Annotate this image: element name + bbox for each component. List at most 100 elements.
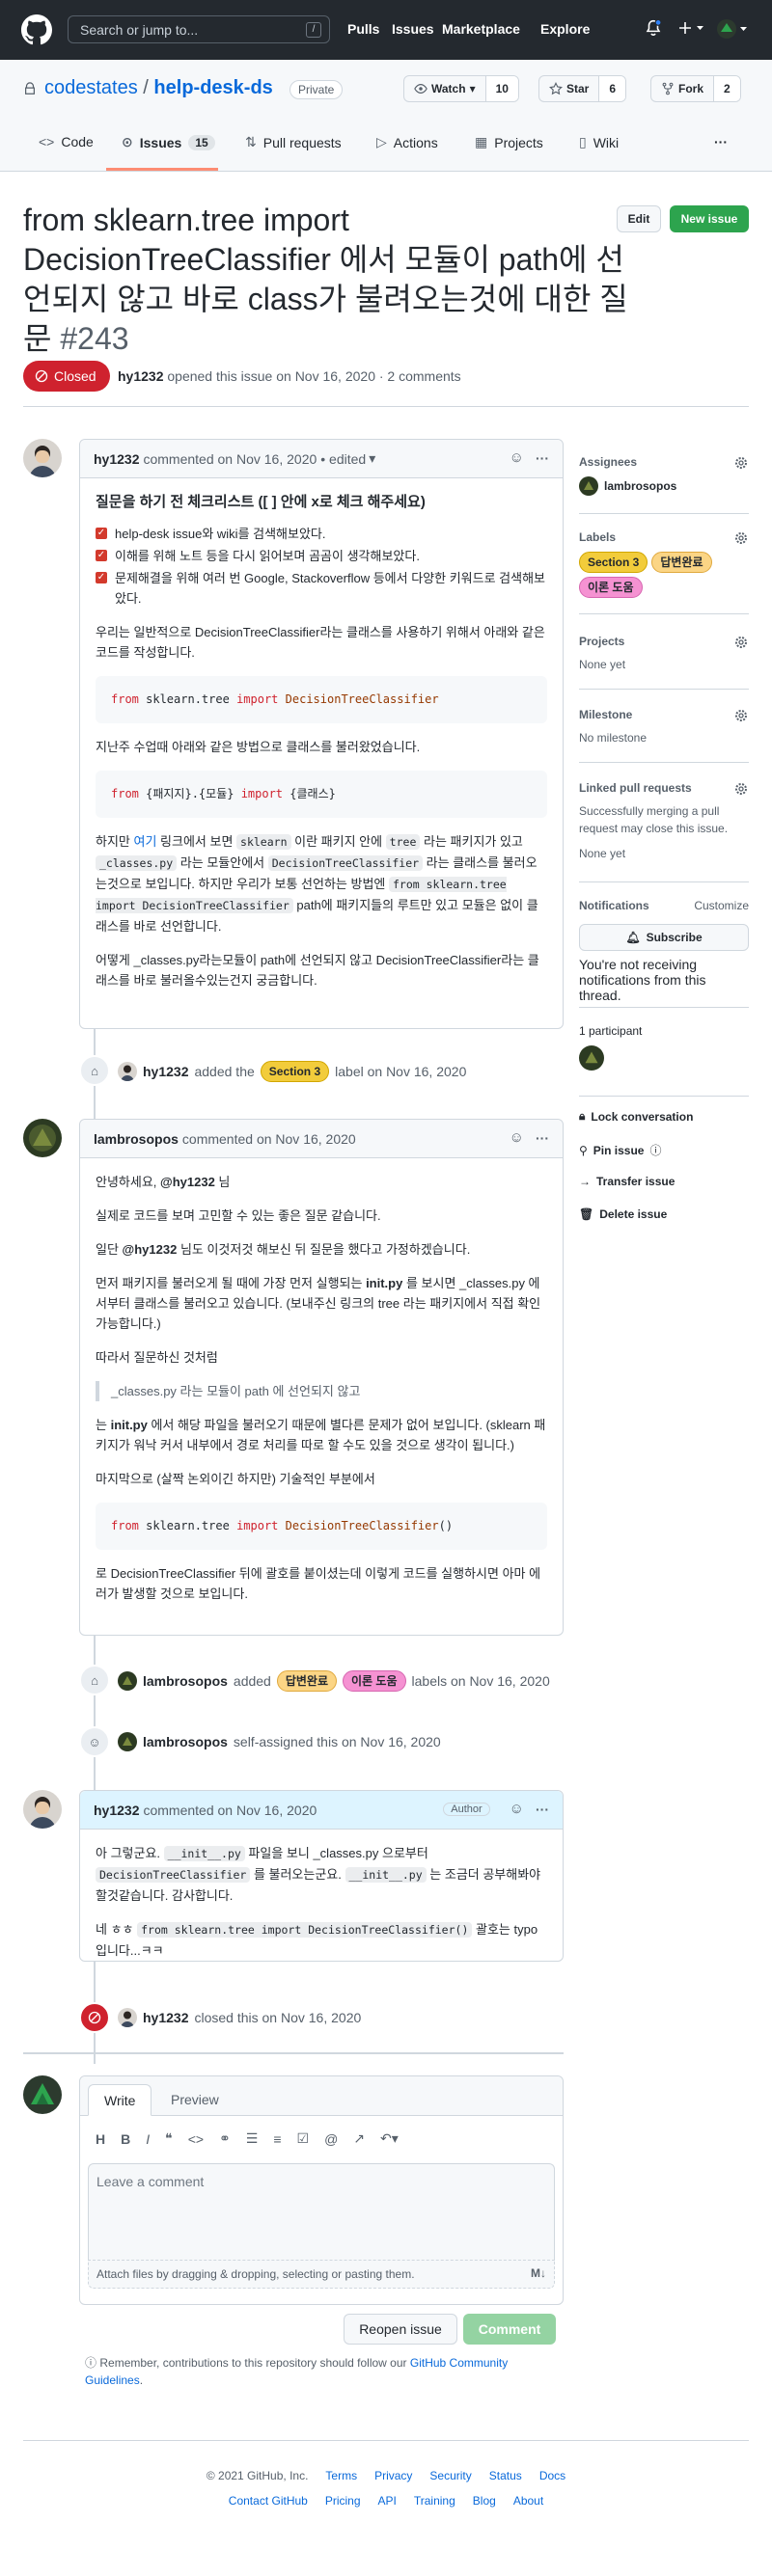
label-theory-help[interactable]: 이론 도움 [343,1670,406,1692]
tab-issues[interactable]: ⊙ Issues 15 [122,134,215,150]
label-answered[interactable]: 답변완료 [276,1670,338,1692]
event-actor-link[interactable]: lambrosopos [143,1734,228,1749]
footer-link[interactable]: Contact GitHub [229,2494,308,2508]
more-tabs-icon[interactable]: ··· [714,134,728,149]
avatar[interactable] [118,2008,137,2027]
comment-timestamp[interactable]: commented on Nov 16, 2020 [143,1803,317,1818]
customize-link[interactable]: Customize [694,899,749,912]
watch-count[interactable]: 10 [484,76,518,101]
comment-timestamp[interactable]: commented on Nov 16, 2020 [143,451,317,467]
gear-icon[interactable] [733,781,749,797]
footer-link[interactable]: Terms [325,2469,357,2482]
footer-link[interactable]: Docs [539,2469,565,2482]
nav-issues[interactable]: Issues [392,21,434,37]
repo-owner-link[interactable]: codestates [44,77,138,98]
subscribe-button[interactable]: 🔔︎ Subscribe [579,924,749,951]
fork-count[interactable]: 2 [713,76,740,101]
lock-conversation-link[interactable]: 🔒︎ Lock conversation [579,1109,693,1124]
avatar[interactable] [579,476,598,496]
tasklist-icon[interactable]: ☑ [297,2130,310,2147]
star-count[interactable]: 6 [598,76,626,101]
nav-marketplace[interactable]: Marketplace [442,21,520,37]
event-actor-link[interactable]: lambrosopos [143,1673,228,1689]
kebab-menu-icon[interactable]: ··· [536,450,549,466]
comment-author-link[interactable]: hy1232 [94,1803,139,1818]
sidebar-heading[interactable]: Linked pull requests [579,781,749,795]
tab-preview[interactable]: Preview [155,2084,234,2116]
quote-icon[interactable]: ❝ [165,2130,173,2147]
comment-author-link[interactable]: hy1232 [94,451,139,467]
new-issue-button[interactable]: New issue [670,205,749,232]
italic-icon[interactable]: I [146,2131,150,2147]
sidebar-heading[interactable]: Projects [579,635,749,648]
avatar[interactable] [23,439,62,477]
comment-timestamp[interactable]: commented on Nov 16, 2020 [182,1131,356,1147]
smiley-icon[interactable]: ☺ [510,1801,524,1817]
kebab-menu-icon[interactable]: ··· [536,1130,549,1146]
footer-link[interactable]: About [513,2494,543,2508]
avatar[interactable] [23,1119,62,1157]
reopen-issue-button[interactable]: Reopen issue [344,2314,457,2345]
sidebar-heading[interactable]: Assignees [579,455,749,469]
comment-author-link[interactable]: lambrosopos [94,1131,179,1147]
markdown-icon[interactable]: M↓ [531,2266,546,2280]
sidebar-heading[interactable]: Milestone [579,708,749,721]
avatar[interactable] [118,1671,137,1691]
repo-name-link[interactable]: help-desk-ds [153,77,272,98]
nav-pulls[interactable]: Pulls [347,21,379,37]
tab-actions[interactable]: ▷ Actions [376,134,438,150]
footer-link[interactable]: API [378,2494,397,2508]
tab-write[interactable]: Write [88,2084,152,2116]
smiley-icon[interactable]: ☺ [510,1129,524,1146]
gear-icon[interactable] [733,708,749,723]
bold-icon[interactable]: B [121,2131,130,2147]
nav-explore[interactable]: Explore [540,21,590,37]
transfer-issue-link[interactable]: → Transfer issue [579,1175,675,1188]
plus-dropdown-icon[interactable] [677,18,706,38]
tab-code[interactable]: <> Code [39,134,94,149]
label-answered[interactable]: 답변완료 [651,552,712,573]
edit-title-button[interactable]: Edit [617,205,661,232]
event-actor-link[interactable]: hy1232 [143,1064,188,1079]
smiley-icon[interactable]: ☺ [510,449,524,466]
code-icon[interactable]: <> [188,2131,204,2147]
footer-link[interactable]: Pricing [325,2494,361,2508]
gear-icon[interactable] [733,455,749,471]
tab-projects[interactable]: ▦ Projects [475,134,543,150]
watch-button[interactable]: Watch ▾ 10 [403,75,519,102]
avatar[interactable] [118,1732,137,1751]
fork-button[interactable]: Fork 2 [650,75,741,102]
footer-link[interactable]: Training [414,2494,455,2508]
avatar[interactable] [118,1062,137,1081]
issue-author-link[interactable]: hy1232 [118,368,163,384]
github-logo-icon[interactable] [21,14,52,45]
label-section3[interactable]: Section 3 [579,552,648,573]
kebab-menu-icon[interactable]: ··· [536,1802,549,1817]
assignee-name[interactable]: lambrosopos [604,477,676,495]
link-icon[interactable]: ⚭ [219,2130,231,2147]
attach-files-area[interactable]: Attach files by dragging & dropping, sel… [88,2260,555,2289]
footer-link[interactable]: Privacy [374,2469,412,2482]
avatar[interactable] [23,2075,62,2114]
footer-link[interactable]: Status [489,2469,522,2482]
footer-link[interactable]: Blog [473,2494,496,2508]
user-avatar-menu-icon[interactable] [716,18,751,40]
avatar[interactable] [579,1045,604,1071]
tab-pull-requests[interactable]: ⇅ Pull requests [245,134,342,150]
gear-icon[interactable] [733,635,749,650]
inline-link[interactable]: 여기 [134,834,157,849]
search-input[interactable]: Search or jump to... / [68,15,330,43]
avatar[interactable] [23,1790,62,1829]
user-mention[interactable]: @hy1232 [123,1242,178,1257]
star-button[interactable]: Star 6 [538,75,627,102]
pin-issue-link[interactable]: ⚲ Pin issue ⓘ [579,1142,662,1158]
bell-icon[interactable] [645,18,662,38]
delete-issue-link[interactable]: 🗑︎ Delete issue [579,1207,667,1221]
cross-reference-icon[interactable]: ↗ [353,2130,365,2147]
label-section3[interactable]: Section 3 [260,1061,330,1082]
comment-textarea[interactable]: Leave a comment [88,2163,555,2260]
heading-icon[interactable]: H [96,2131,105,2147]
reply-icon[interactable]: ↶▾ [380,2130,399,2147]
label-theory-help[interactable]: 이론 도움 [579,577,643,598]
unordered-list-icon[interactable]: ☰ [246,2130,259,2147]
